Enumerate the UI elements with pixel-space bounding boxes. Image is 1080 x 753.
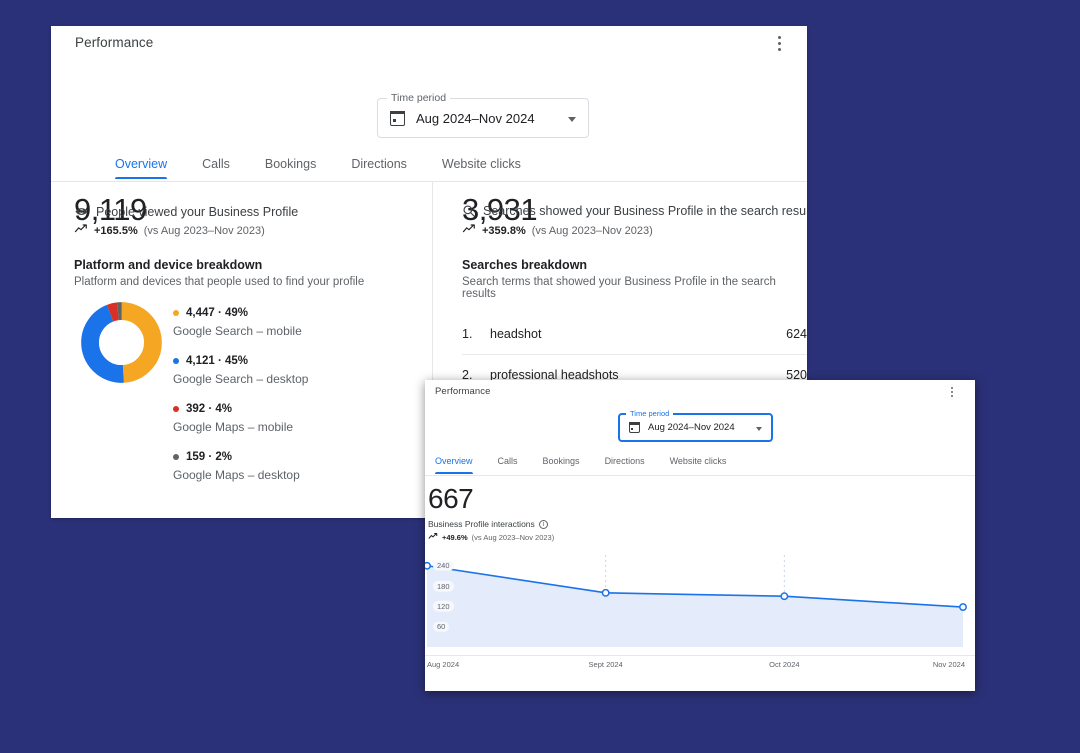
interactions-line-chart: 240 180 120 60 Aug 2024 Sept 2024 Oct 2024 Nov … bbox=[425, 550, 975, 671]
time-period-value: Aug 2024–Nov 2024 bbox=[648, 422, 735, 433]
time-period-value: Aug 2024–Nov 2024 bbox=[416, 110, 535, 126]
chart-x-tick: Oct 2024 bbox=[769, 660, 800, 669]
chart-x-tick: Aug 2024 bbox=[427, 660, 460, 669]
term-count: 624 bbox=[786, 327, 807, 341]
legend-color-dot bbox=[173, 310, 179, 316]
chart-data-point[interactable] bbox=[780, 592, 789, 601]
page-title: Performance bbox=[435, 386, 491, 397]
search-icon bbox=[462, 204, 476, 218]
trending-up-icon bbox=[462, 223, 476, 234]
searches-metric-label: Searches showed your Business Profile in… bbox=[483, 204, 807, 218]
legend-label: Google Maps – desktop bbox=[173, 468, 300, 482]
legend-value: 4,447 · 49% bbox=[186, 307, 249, 319]
legend-color-dot bbox=[173, 454, 179, 460]
tab-directions[interactable]: Directions bbox=[605, 456, 645, 466]
tabs-divider bbox=[51, 181, 807, 182]
interactions-trend-line: +49.6% (vs Aug 2023–Nov 2023) bbox=[428, 532, 554, 542]
platform-donut-legend: 4,447 · 49% Google Search – mobile 4,121 ·… bbox=[173, 307, 373, 499]
searches-trend-value: +359.8% bbox=[482, 225, 526, 237]
tab-overview[interactable]: Overview bbox=[435, 456, 473, 474]
chevron-down-icon[interactable] bbox=[756, 427, 762, 431]
searches-breakdown-subtitle: Search terms that showed your Business P… bbox=[462, 276, 776, 300]
legend-label: Google Maps – mobile bbox=[173, 420, 294, 434]
legend-item: 392 · 4% Google Maps – mobile bbox=[173, 403, 373, 434]
legend-value: 159 · 2% bbox=[186, 451, 233, 463]
chart-y-tick: 60 bbox=[433, 621, 450, 632]
searches-breakdown-title: Searches breakdown bbox=[462, 258, 588, 272]
tab-calls[interactable]: Calls bbox=[498, 456, 518, 466]
searches-trend-line: +359.8% (vs Aug 2023–Nov 2023) bbox=[462, 223, 653, 237]
legend-item: 4,121 · 45% Google Search – desktop bbox=[173, 355, 373, 386]
chart-y-tick: 120 bbox=[433, 601, 454, 612]
views-trend-line: +165.5% (vs Aug 2023–Nov 2023) bbox=[74, 223, 265, 237]
term-rank: 1. bbox=[462, 327, 473, 341]
interactions-metric-label: Business Profile interactions bbox=[428, 519, 535, 529]
window-front-tabs: Overview Calls Bookings Directions Websi… bbox=[435, 456, 727, 474]
legend-item: 4,447 · 49% Google Search – mobile bbox=[173, 307, 373, 338]
tab-calls[interactable]: Calls bbox=[202, 157, 230, 171]
platform-breakdown-title: Platform and device breakdown bbox=[74, 258, 263, 272]
table-row[interactable]: 1. headshot 624 bbox=[462, 314, 807, 355]
time-period-field[interactable]: Time period Aug 2024–Nov 2024 bbox=[377, 92, 589, 138]
interactions-trend-value: +49.6% bbox=[442, 533, 468, 542]
time-period-select[interactable]: Time period Aug 2024–Nov 2024 bbox=[377, 92, 589, 138]
tab-bookings[interactable]: Bookings bbox=[543, 456, 580, 466]
chart-x-tick: Nov 2024 bbox=[932, 660, 965, 669]
legend-item: 159 · 2% Google Maps – desktop bbox=[173, 451, 373, 482]
calendar-icon bbox=[629, 422, 640, 433]
tab-website-clicks[interactable]: Website clicks bbox=[670, 456, 727, 466]
page-title: Performance bbox=[75, 35, 154, 50]
interactions-trend-compare: (vs Aug 2023–Nov 2023) bbox=[471, 533, 555, 542]
desktop-background: Performance Time period Aug 2024–Nov 202… bbox=[0, 0, 1080, 753]
tab-directions[interactable]: Directions bbox=[351, 157, 407, 171]
trending-up-icon bbox=[74, 223, 88, 234]
time-period-legend: Time period bbox=[387, 92, 451, 104]
window-back-tabs: Overview Calls Bookings Directions Websi… bbox=[115, 157, 521, 179]
chart-data-point[interactable] bbox=[601, 588, 610, 597]
performance-window-front[interactable]: Performance Time period Aug 2024–Nov 202… bbox=[425, 380, 975, 691]
calendar-icon bbox=[390, 110, 405, 126]
legend-value: 392 · 4% bbox=[186, 403, 233, 415]
time-period-select[interactable]: Time period Aug 2024–Nov 2024 bbox=[618, 409, 773, 442]
chart-axis-line bbox=[425, 655, 975, 656]
info-icon[interactable]: i bbox=[538, 519, 548, 529]
views-metric-label: People viewed your Business Profile bbox=[96, 204, 299, 219]
tab-bookings[interactable]: Bookings bbox=[265, 157, 316, 171]
legend-value: 4,121 · 45% bbox=[186, 355, 249, 367]
kebab-menu-icon[interactable] bbox=[945, 383, 959, 401]
views-trend-compare: (vs Aug 2023–Nov 2023) bbox=[143, 225, 265, 237]
chevron-down-icon[interactable] bbox=[568, 117, 576, 122]
time-period-legend: Time period bbox=[626, 409, 674, 418]
legend-label: Google Search – desktop bbox=[173, 372, 309, 386]
window-front-titlebar: Performance bbox=[435, 380, 965, 406]
window-back-titlebar: Performance bbox=[75, 26, 783, 60]
time-period-field[interactable]: Time period Aug 2024–Nov 2024 bbox=[618, 409, 773, 442]
chart-data-point[interactable] bbox=[425, 561, 431, 570]
chart-data-point[interactable] bbox=[959, 603, 967, 612]
tabs-divider bbox=[425, 475, 975, 476]
platform-breakdown-subtitle: Platform and devices that people used to… bbox=[74, 276, 365, 288]
kebab-menu-icon[interactable] bbox=[769, 32, 789, 54]
tab-website-clicks[interactable]: Website clicks bbox=[442, 157, 521, 171]
tab-overview[interactable]: Overview bbox=[115, 157, 168, 179]
legend-label: Google Search – mobile bbox=[173, 324, 302, 338]
searches-trend-compare: (vs Aug 2023–Nov 2023) bbox=[531, 225, 653, 237]
views-trend-value: +165.5% bbox=[94, 225, 138, 237]
trending-up-icon bbox=[428, 532, 438, 540]
eye-icon bbox=[74, 204, 89, 219]
interactions-metric-line: Business Profile interactions i bbox=[428, 519, 548, 529]
chart-x-tick: Sept 2024 bbox=[588, 660, 623, 669]
interactions-value: 667 bbox=[428, 483, 474, 514]
platform-donut-chart bbox=[80, 301, 163, 384]
searches-metric-line: Searches showed your Business Profile in… bbox=[462, 204, 807, 218]
legend-color-dot bbox=[173, 358, 179, 364]
chart-y-tick: 180 bbox=[433, 580, 454, 592]
views-metric-line: People viewed your Business Profile bbox=[74, 204, 298, 219]
chart-y-tick: 240 bbox=[433, 560, 454, 572]
legend-color-dot bbox=[173, 406, 179, 412]
term-name: headshot bbox=[490, 327, 542, 341]
